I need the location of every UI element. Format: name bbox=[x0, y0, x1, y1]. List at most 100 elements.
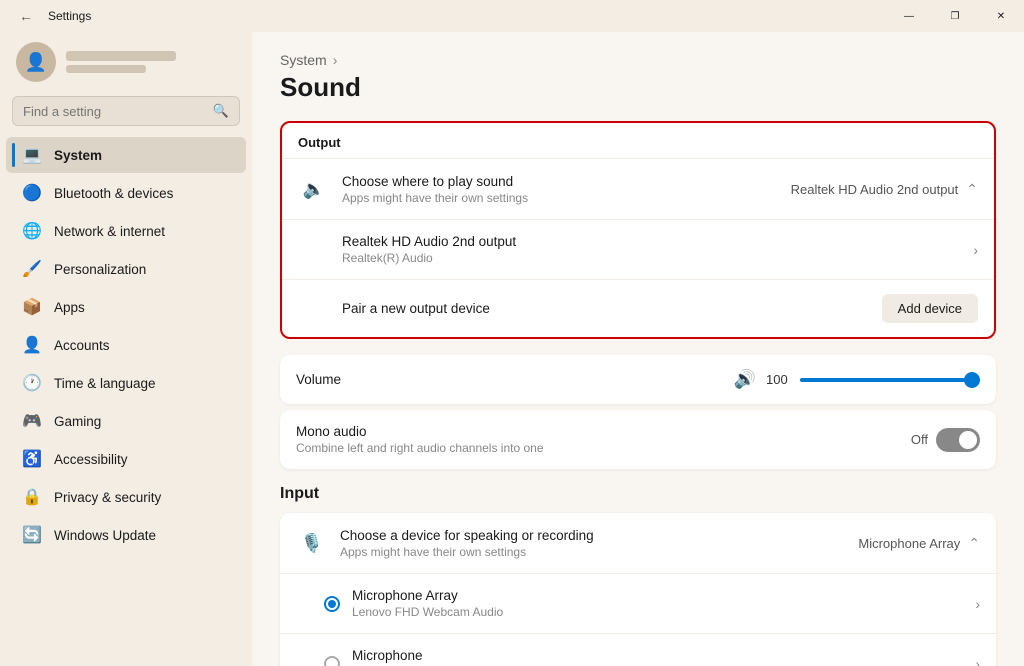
sidebar-item-label: Accounts bbox=[54, 338, 110, 353]
update-icon: 🔄 bbox=[22, 525, 42, 545]
chevron-right-icon: › bbox=[973, 242, 978, 258]
system-icon: 💻 bbox=[22, 145, 42, 165]
choose-output-value: Realtek HD Audio 2nd output ⌃ bbox=[791, 181, 978, 198]
volume-icon: 🔊 bbox=[734, 369, 756, 390]
sidebar-item-bluetooth[interactable]: 🔵 Bluetooth & devices bbox=[6, 175, 246, 211]
breadcrumb-parent: System bbox=[280, 52, 327, 68]
sidebar-item-privacy[interactable]: 🔒 Privacy & security bbox=[6, 479, 246, 515]
close-button[interactable]: ✕ bbox=[978, 0, 1024, 32]
chevron-right-icon-3: › bbox=[975, 656, 980, 666]
choose-output-label: Choose where to play sound bbox=[342, 174, 791, 189]
back-button[interactable]: ← bbox=[12, 2, 40, 30]
mic-text: Microphone Realtek(R) Audio bbox=[352, 648, 975, 666]
sidebar-item-personalization[interactable]: 🖌️ Personalization bbox=[6, 251, 246, 287]
microphone-row[interactable]: Microphone Realtek(R) Audio › bbox=[280, 633, 996, 666]
sidebar-item-label: Time & language bbox=[54, 376, 156, 391]
choose-output-sub: Apps might have their own settings bbox=[342, 191, 791, 205]
search-box[interactable]: 🔍 bbox=[12, 96, 240, 126]
choose-output-row[interactable]: 🔈 Choose where to play sound Apps might … bbox=[282, 158, 994, 219]
mic-array-label: Microphone Array bbox=[352, 588, 975, 603]
sidebar-item-update[interactable]: 🔄 Windows Update bbox=[6, 517, 246, 553]
user-info bbox=[66, 51, 176, 73]
mono-audio-row: Mono audio Combine left and right audio … bbox=[280, 410, 996, 469]
realtek-text: Realtek HD Audio 2nd output Realtek(R) A… bbox=[342, 234, 973, 265]
sidebar-item-gaming[interactable]: 🎮 Gaming bbox=[6, 403, 246, 439]
breadcrumb-separator: › bbox=[333, 52, 338, 68]
network-icon: 🌐 bbox=[22, 221, 42, 241]
microphone-icon: 🎙️ bbox=[296, 527, 328, 559]
maximize-button[interactable]: ❐ bbox=[932, 0, 978, 32]
mono-sub: Combine left and right audio channels in… bbox=[296, 441, 911, 455]
choose-input-value: Microphone Array ⌃ bbox=[858, 535, 980, 552]
volume-slider[interactable] bbox=[800, 378, 980, 382]
chevron-up-icon: ⌃ bbox=[966, 181, 978, 198]
user-name-placeholder bbox=[66, 51, 176, 61]
accessibility-icon: ♿ bbox=[22, 449, 42, 469]
sidebar-item-label: System bbox=[54, 148, 102, 163]
bluetooth-icon: 🔵 bbox=[22, 183, 42, 203]
mono-text: Mono audio Combine left and right audio … bbox=[296, 424, 911, 455]
input-section: 🎙️ Choose a device for speaking or recor… bbox=[280, 513, 996, 666]
realtek-sub: Realtek(R) Audio bbox=[342, 251, 973, 265]
sidebar-item-label: Accessibility bbox=[54, 452, 128, 467]
sidebar-item-apps[interactable]: 📦 Apps bbox=[6, 289, 246, 325]
output-section: Output 🔈 Choose where to play sound Apps… bbox=[280, 121, 996, 339]
mic-array-arrow: › bbox=[975, 596, 980, 612]
mic-label: Microphone bbox=[352, 648, 975, 663]
search-input[interactable] bbox=[23, 104, 205, 119]
window-controls: — ❐ ✕ bbox=[886, 0, 1024, 32]
content-area: System › Sound Output 🔈 Choose where to … bbox=[252, 32, 1024, 666]
gaming-icon: 🎮 bbox=[22, 411, 42, 431]
choose-input-sub: Apps might have their own settings bbox=[340, 545, 858, 559]
add-output-device-button[interactable]: Add device bbox=[882, 294, 978, 323]
search-icon: 🔍 bbox=[213, 103, 229, 119]
avatar: 👤 bbox=[16, 42, 56, 82]
add-output-device-right: Add device bbox=[882, 294, 978, 323]
input-chevron-up-icon: ⌃ bbox=[968, 535, 980, 552]
speaker-icon: 🔈 bbox=[298, 173, 330, 205]
volume-label: Volume bbox=[296, 372, 734, 387]
sidebar-item-accessibility[interactable]: ♿ Accessibility bbox=[6, 441, 246, 477]
minimize-button[interactable]: — bbox=[886, 0, 932, 32]
sidebar-item-label: Bluetooth & devices bbox=[54, 186, 173, 201]
sidebar-item-label: Privacy & security bbox=[54, 490, 161, 505]
sidebar-item-accounts[interactable]: 👤 Accounts bbox=[6, 327, 246, 363]
radio-dot-empty bbox=[324, 656, 340, 666]
sidebar-item-network[interactable]: 🌐 Network & internet bbox=[6, 213, 246, 249]
app-body: 👤 🔍 💻 System 🔵 Bluetooth & devices 🌐 Net… bbox=[0, 32, 1024, 666]
mono-toggle-wrap: Off bbox=[911, 428, 980, 452]
sidebar-item-label: Network & internet bbox=[54, 224, 165, 239]
mono-label: Mono audio bbox=[296, 424, 911, 439]
output-section-title: Output bbox=[282, 123, 994, 158]
user-email-placeholder bbox=[66, 65, 146, 73]
titlebar: ← Settings — ❐ ✕ bbox=[0, 0, 1024, 32]
page-title: Sound bbox=[280, 72, 996, 103]
mono-toggle[interactable] bbox=[936, 428, 980, 452]
pair-output-label: Pair a new output device bbox=[342, 301, 490, 316]
choose-input-row[interactable]: 🎙️ Choose a device for speaking or recor… bbox=[280, 513, 996, 573]
sidebar-item-time[interactable]: 🕐 Time & language bbox=[6, 365, 246, 401]
sidebar-item-label: Personalization bbox=[54, 262, 146, 277]
app-title: Settings bbox=[48, 9, 91, 23]
realtek-device-row[interactable]: Realtek HD Audio 2nd output Realtek(R) A… bbox=[282, 219, 994, 279]
mic-arrow: › bbox=[975, 656, 980, 666]
choose-input-label: Choose a device for speaking or recordin… bbox=[340, 528, 858, 543]
time-icon: 🕐 bbox=[22, 373, 42, 393]
pair-output-text: Pair a new output device bbox=[342, 300, 882, 318]
mono-state-label: Off bbox=[911, 432, 928, 447]
choose-output-text: Choose where to play sound Apps might ha… bbox=[342, 174, 791, 205]
breadcrumb: System › bbox=[280, 52, 996, 68]
sidebar-item-system[interactable]: 💻 System bbox=[6, 137, 246, 173]
sidebar-item-label: Windows Update bbox=[54, 528, 156, 543]
microphone-array-row[interactable]: Microphone Array Lenovo FHD Webcam Audio… bbox=[280, 573, 996, 633]
realtek-arrow: › bbox=[973, 242, 978, 258]
sidebar-item-label: Gaming bbox=[54, 414, 101, 429]
pair-output-row[interactable]: Pair a new output device Add device bbox=[282, 279, 994, 337]
titlebar-left: ← Settings bbox=[12, 2, 91, 30]
mic-array-sub: Lenovo FHD Webcam Audio bbox=[352, 605, 975, 619]
toggle-knob bbox=[959, 431, 977, 449]
realtek-label: Realtek HD Audio 2nd output bbox=[342, 234, 973, 249]
mic-array-text: Microphone Array Lenovo FHD Webcam Audio bbox=[352, 588, 975, 619]
user-profile: 👤 bbox=[0, 32, 252, 96]
volume-value: 100 bbox=[766, 372, 790, 387]
